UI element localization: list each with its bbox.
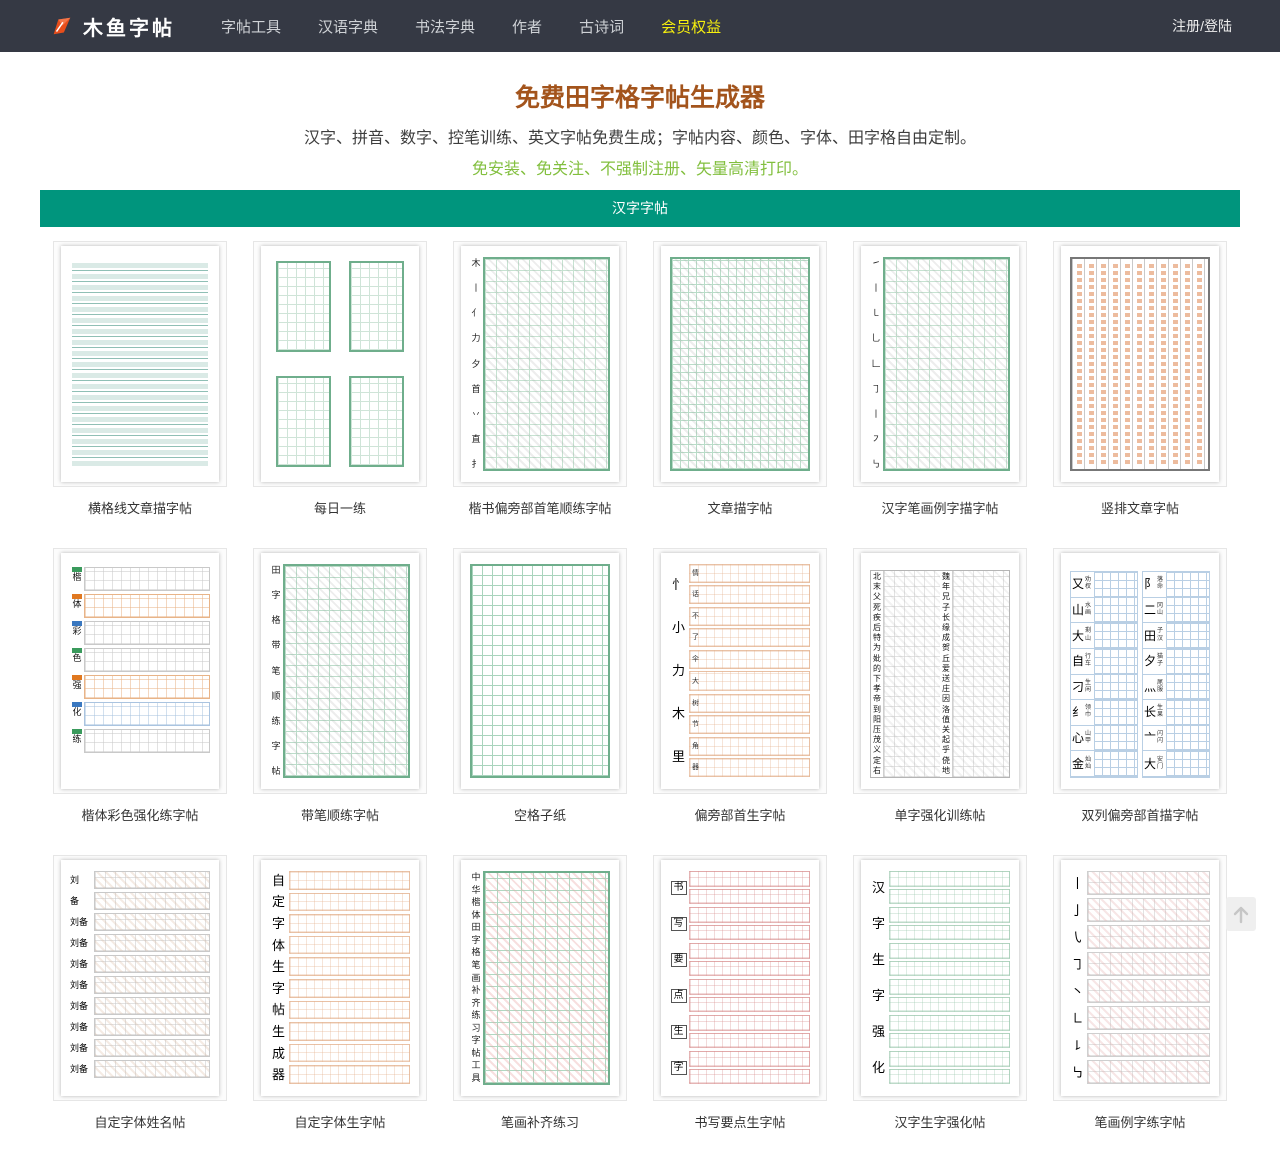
card-thumbnail [1053,241,1227,487]
gallery-card[interactable]: 又劝杈山水画大剩山自行车刁生闲纟领巾心山甲金灿灿阝落命二冈山田子汉夕猫子灬尾服长… [1053,548,1227,822]
card-caption: 空格子纸 [513,808,566,822]
card-caption: 偏旁部首生字帖 [694,808,786,822]
gallery-card[interactable]: 书写要点生字书写要点生字帖 [653,855,827,1129]
copybook-page: 楷体彩色强化练 [61,553,219,789]
gallery-card[interactable]: 田字格带笔顺练字帖带笔顺练字帖 [253,548,427,822]
gallery-card[interactable]: 汉字生字强化汉字生字强化帖 [853,855,1027,1129]
nav-item[interactable]: 会员权益 [661,16,721,37]
main-content: 免费田字格字帖生成器 汉字、拼音、数字、控笔训练、英文字帖免费生成；字帖内容、颜… [0,78,1280,1167]
gallery-card[interactable]: ㇀丨㇄乚 𠃊 ㇆丨㇇㇉汉字笔画例字描字帖 [853,241,1027,515]
section-header: 汉字字帖 [40,190,1240,227]
card-thumbnail [53,241,227,487]
gallery-card[interactable]: 丨亅㇂㇆丶㇗㇙㇉笔画例字练字帖 [1053,855,1227,1129]
gallery-card[interactable]: 自定字体生字帖生成器自定字体生字帖 [253,855,427,1129]
gallery-card[interactable]: 忄情话小不了力伞大木树节里角器偏旁部首生字帖 [653,548,827,822]
copybook-page [1061,246,1219,482]
gallery: 横格线文章描字帖 每日一练木丨亻力夕首丷直扌楷书偏旁部首笔顺练字帖 文章描字帖㇀丨㇄… [0,241,1280,1162]
copybook-page: 刘备刘备 刘备 刘备 刘备 刘备 刘备 刘备 刘备 [61,860,219,1096]
copybook-page: 中华楷体田字格笔画补齐练习字帖工具 [461,860,619,1096]
card-thumbnail: 又劝杈山水画大剩山自行车刁生闲纟领巾心山甲金灿灿阝落命二冈山田子汉夕猫子灬尾服长… [1053,548,1227,794]
card-thumbnail: 汉字生字强化 [853,855,1027,1101]
copybook-page: 忄情话小不了力伞大木树节里角器 [661,553,819,789]
card-caption: 书写要点生字帖 [694,1115,786,1129]
gallery-card[interactable]: 每日一练 [253,241,427,515]
scroll-top-button[interactable] [1226,897,1256,931]
gallery-card[interactable]: 木丨亻力夕首丷直扌楷书偏旁部首笔顺练字帖 [453,241,627,515]
nav-item[interactable]: 书法字典 [415,16,475,37]
gallery-card[interactable]: 竖排文章字帖 [1053,241,1227,515]
card-thumbnail: 楷体彩色强化练 [53,548,227,794]
copybook-page: 丨亅㇂㇆丶㇗㇙㇉ [1061,860,1219,1096]
card-caption: 竖排文章字帖 [1100,501,1179,515]
card-thumbnail: 中华楷体田字格笔画补齐练习字帖工具 [453,855,627,1101]
brand-title: 木鱼字帖 [83,17,175,40]
card-caption: 带笔顺练字帖 [300,808,379,822]
nav-item[interactable]: 字帖工具 [221,16,281,37]
page-subtitle: 汉字、拼音、数字、控笔训练、英文字帖免费生成；字帖内容、颜色、字体、田字格自由定… [303,130,976,147]
card-caption: 汉字笔画例字描字帖 [881,501,999,515]
card-thumbnail [253,241,427,487]
copybook-page: 木丨亻力夕首丷直扌 [461,246,619,482]
card-caption: 楷书偏旁部首笔顺练字帖 [468,501,612,515]
copybook-page [261,246,419,482]
card-thumbnail: 北末父死疾后特为妣的下孝帝到阳压茂义定右魏年兄子长缘成贺丘爱送庄因洛值关起乎侥地 [853,548,1027,794]
gallery-card[interactable]: 楷体彩色强化练楷体彩色强化练字帖 [53,548,227,822]
card-caption: 单字强化训练帖 [894,808,986,822]
page-note: 免安装、免关注、不强制注册、矢量高清打印。 [471,161,808,178]
gallery-card[interactable]: 横格线文章描字帖 [53,241,227,515]
card-caption: 汉字生字强化帖 [894,1115,986,1129]
copybook-page [461,553,619,789]
page-title: 免费田字格字帖生成器 [514,84,765,112]
card-caption: 笔画例字练字帖 [1094,1115,1186,1129]
nav-menu: 字帖工具 汉语字典 书法字典 作者 古诗词 会员权益 [221,16,721,37]
nav-item[interactable]: 古诗词 [579,16,624,37]
gallery-card[interactable]: 刘备刘备 刘备 刘备 刘备 刘备 刘备 刘备 刘备自定字体姓名帖 [53,855,227,1129]
nav-item[interactable]: 作者 [512,16,542,37]
copybook-page: 又劝杈山水画大剩山自行车刁生闲纟领巾心山甲金灿灿阝落命二冈山田子汉夕猫子灬尾服长… [1061,553,1219,789]
hero: 免费田字格字帖生成器 汉字、拼音、数字、控笔训练、英文字帖免费生成；字帖内容、颜… [0,78,1280,179]
gallery-card[interactable]: 空格子纸 [453,548,627,822]
login-link[interactable]: 注册/登陆 [1172,16,1232,36]
card-thumbnail: 自定字体生字帖生成器 [253,855,427,1101]
copybook-page [61,246,219,482]
arrow-up-icon [1233,906,1249,924]
card-caption: 笔画补齐练习 [500,1115,579,1129]
copybook-page [661,246,819,482]
copybook-page: 汉字生字强化 [861,860,1019,1096]
copybook-page: 北末父死疾后特为妣的下孝帝到阳压茂义定右魏年兄子长缘成贺丘爱送庄因洛值关起乎侥地 [861,553,1019,789]
card-thumbnail [653,241,827,487]
card-caption: 自定字体生字帖 [294,1115,386,1129]
gallery-card[interactable]: 中华楷体田字格笔画补齐练习字帖工具笔画补齐练习 [453,855,627,1129]
card-thumbnail: 忄情话小不了力伞大木树节里角器 [653,548,827,794]
card-caption: 自定字体姓名帖 [94,1115,186,1129]
gallery-card[interactable]: 文章描字帖 [653,241,827,515]
gallery-card[interactable]: 北末父死疾后特为妣的下孝帝到阳压茂义定右魏年兄子长缘成贺丘爱送庄因洛值关起乎侥地… [853,548,1027,822]
section-title: 汉字字帖 [612,200,668,216]
card-caption: 每日一练 [313,501,366,515]
card-caption: 楷体彩色强化练字帖 [81,808,199,822]
copybook-page: 书写要点生字 [661,860,819,1096]
copybook-page: 自定字体生字帖生成器 [261,860,419,1096]
nav-item[interactable]: 汉语字典 [318,16,378,37]
card-caption: 双列偏旁部首描字帖 [1081,808,1199,822]
copybook-page: 田字格带笔顺练字帖 [261,553,419,789]
card-caption: 文章描字帖 [707,501,773,515]
card-thumbnail: 刘备刘备 刘备 刘备 刘备 刘备 刘备 刘备 刘备 [53,855,227,1101]
brand-logo-icon [50,14,74,38]
copybook-page: ㇀丨㇄乚 𠃊 ㇆丨㇇㇉ [861,246,1019,482]
card-thumbnail: 木丨亻力夕首丷直扌 [453,241,627,487]
card-thumbnail: 书写要点生字 [653,855,827,1101]
card-caption: 横格线文章描字帖 [87,501,192,515]
card-thumbnail: 丨亅㇂㇆丶㇗㇙㇉ [1053,855,1227,1101]
navbar: 木鱼字帖 字帖工具 汉语字典 书法字典 作者 古诗词 会员权益 注册/登陆 [0,0,1280,52]
brand[interactable]: 木鱼字帖 [50,12,175,41]
card-thumbnail [453,548,627,794]
card-thumbnail: ㇀丨㇄乚 𠃊 ㇆丨㇇㇉ [853,241,1027,487]
card-thumbnail: 田字格带笔顺练字帖 [253,548,427,794]
